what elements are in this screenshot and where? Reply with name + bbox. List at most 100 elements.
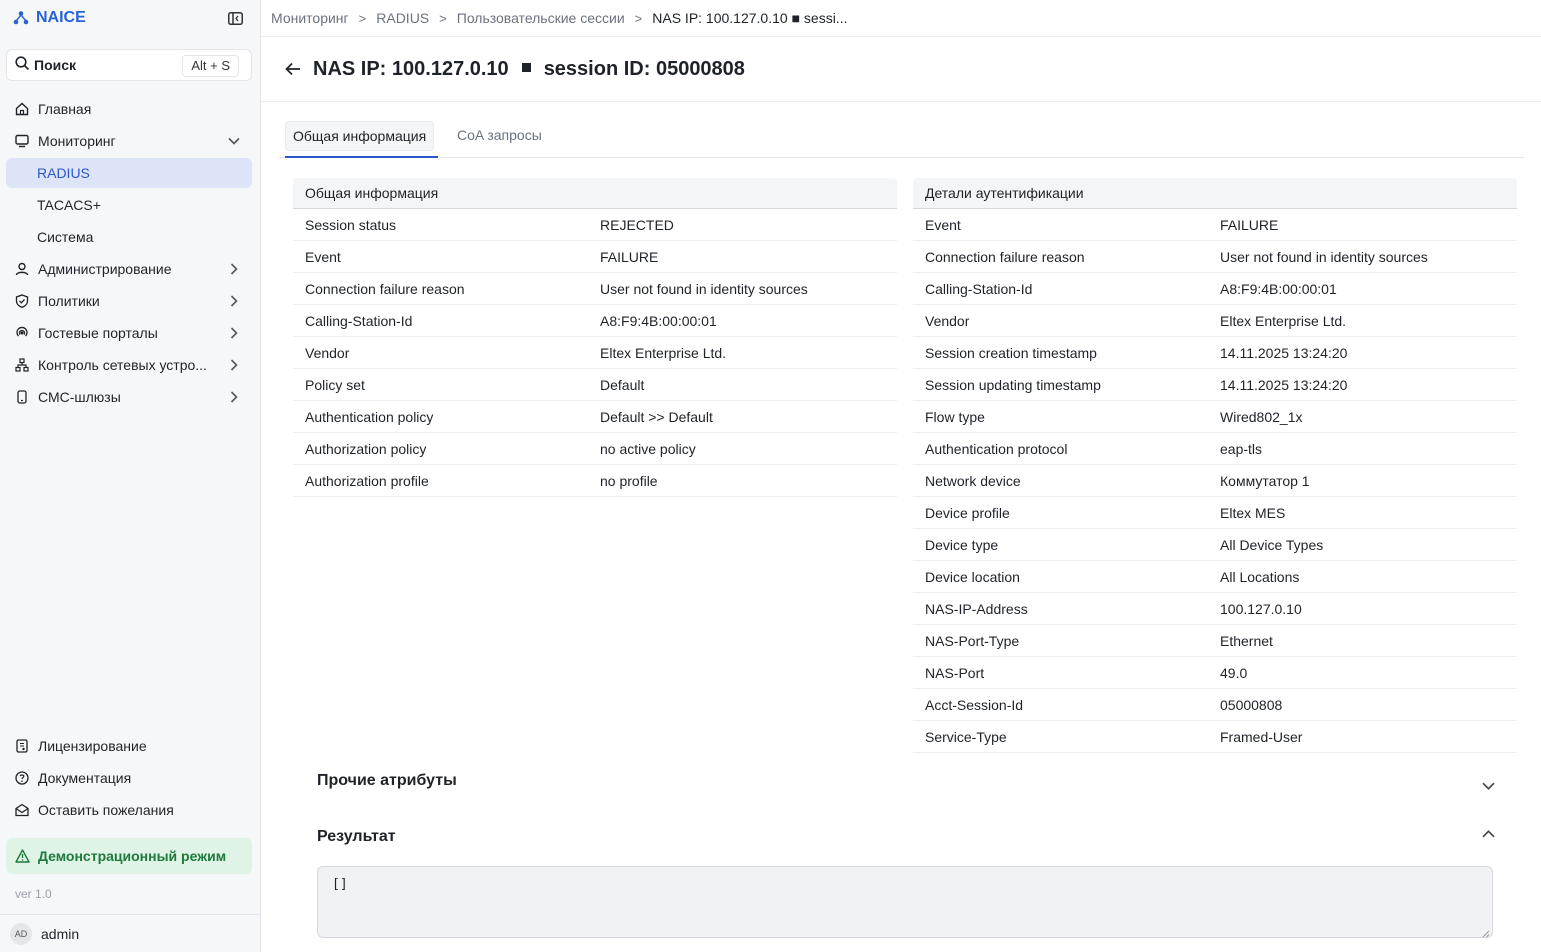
demo-mode-badge[interactable]: Демонстрационный режим [6,838,252,874]
row-key: Device location [925,568,1020,585]
row-value: 14.11.2025 13:24:20 [1220,344,1348,361]
page-title: NAS IP: 100.127.0.10 session ID: 05000808 [313,58,745,81]
row-value: FAILURE [600,248,659,265]
result-header[interactable]: Результат [317,828,396,846]
back-arrow-icon[interactable] [283,59,303,79]
row-value: Default >> Default [600,408,713,425]
sidebar-item-documentation[interactable]: Документация [6,763,252,793]
row-value: User not found in identity sources [1220,248,1428,265]
breadcrumb-current: NAS IP: 100.127.0.10 ■ sessi... [652,10,848,26]
row-value: Eltex Enterprise Ltd. [1220,312,1347,329]
sidebar-item-radius[interactable]: RADIUS [6,158,252,188]
row-value: no active policy [600,440,696,457]
table-title: Детали аутентификации [913,178,1517,209]
table-row: Event FAILURE [293,241,897,273]
table-row: Acct-Session-Id 05000808 [913,689,1517,721]
chevron-down-icon[interactable] [1478,776,1498,796]
search-input[interactable]: Поиск Alt + S [6,49,252,81]
version-label: ver 1.0 [15,887,52,901]
chevron-right-icon [226,325,242,341]
row-key: Connection failure reason [305,280,465,297]
row-key: Vendor [305,344,350,361]
sidebar-item-label: СМС-шлюзы [38,389,121,405]
row-key: Event [925,216,961,233]
general-info-table: Общая информация Session status REJECTED … [293,178,897,497]
sidebar-item-licensing[interactable]: Лицензирование [6,731,252,761]
breadcrumb-separator-icon: > [634,10,643,26]
demo-mode-label: Демонстрационный режим [38,848,227,864]
wifi-icon [14,325,30,341]
sidebar-item-label: TACACS+ [37,197,101,213]
resize-handle-icon[interactable] [1482,927,1490,938]
sidebar-item-label: Мониторинг [38,133,116,149]
row-value: Default [600,376,645,393]
row-value: A8:F9:4B:00:00:01 [600,312,717,329]
sidebar-item-label: Система [37,229,94,245]
row-value: 05000808 [1220,696,1283,713]
row-value: no profile [600,472,658,489]
tab-bar: Общая информация CoA запросы [279,118,1524,158]
sidebar-item-guest-portals[interactable]: Гостевые порталы [6,318,252,348]
other-attributes-header[interactable]: Прочие атрибуты [317,772,457,790]
chevron-up-icon[interactable] [1478,824,1498,844]
result-value: [] [332,877,348,892]
row-value: All Locations [1220,568,1300,585]
logo-icon [12,9,30,27]
result-textarea[interactable]: [] [317,866,1493,938]
row-key: Session creation timestamp [925,344,1097,361]
sidebar-item-label: Главная [38,101,92,117]
sidebar-item-administration[interactable]: Администрирование [6,254,252,284]
table-row: Authentication protocol eap-tls [913,433,1517,465]
user-icon [14,261,30,277]
app-name: NAICE [36,9,86,26]
table-row: Policy set Default [293,369,897,401]
row-value: REJECTED [600,216,674,233]
table-row: Service-Type Framed-User [913,721,1517,753]
monitor-icon [14,133,30,149]
row-value: 100.127.0.10 [1220,600,1302,617]
row-value: User not found in identity sources [600,280,808,297]
search-label: Поиск [34,57,77,73]
table-row: Connection failure reason User not found … [293,273,897,305]
row-value: 49.0 [1220,664,1248,681]
sidebar-item-feedback[interactable]: Оставить пожелания [6,795,252,825]
row-value: Framed-User [1220,728,1303,745]
sidebar-item-tacacs[interactable]: TACACS+ [6,190,252,220]
row-key: Acct-Session-Id [925,696,1024,713]
sidebar-item-sms-gateways[interactable]: СМС-шлюзы [6,382,252,412]
home-icon [14,101,30,117]
row-key: Authentication protocol [925,440,1068,457]
sidebar-item-network-devices[interactable]: Контроль сетевых устро... [6,350,252,380]
active-tab-indicator [285,156,438,158]
sidebar-item-label: Оставить пожелания [38,802,174,818]
sidebar-item-monitoring[interactable]: Мониторинг [6,126,252,156]
table-row: Session creation timestamp 14.11.2025 13:… [913,337,1517,369]
row-key: Device profile [925,504,1010,521]
app-logo[interactable]: NAICE [0,0,260,36]
tab-general-info[interactable]: Общая информация [285,121,435,151]
table-row: NAS-Port-Type Ethernet [913,625,1517,657]
search-shortcut: Alt + S [182,55,239,77]
warning-icon [14,848,30,864]
row-key: Vendor [925,312,970,329]
sidebar-item-policies[interactable]: Политики [6,286,252,316]
sidebar-collapse-icon[interactable] [226,9,244,27]
page-title-nas: NAS IP: 100.127.0.10 [313,57,509,80]
row-value: A8:F9:4B:00:00:01 [1220,280,1337,297]
table-row: Device profile Eltex MES [913,497,1517,529]
breadcrumb-item[interactable]: Пользовательские сессии [457,10,625,26]
breadcrumb: Мониторинг > RADIUS > Пользовательские с… [271,0,847,36]
sidebar-item-label: Администрирование [38,261,172,277]
sidebar-item-home[interactable]: Главная [6,94,252,124]
row-key: NAS-Port [925,664,985,681]
row-key: Connection failure reason [925,248,1085,265]
user-menu[interactable]: AD admin [0,914,260,952]
breadcrumb-item[interactable]: Мониторинг [271,10,349,26]
row-value: Wired802_1x [1220,408,1303,425]
sidebar-item-system[interactable]: Система [6,222,252,252]
row-key: Service-Type [925,728,1007,745]
breadcrumb-separator-icon: > [358,10,367,26]
breadcrumb-item[interactable]: RADIUS [376,10,429,26]
tab-coa-requests[interactable]: CoA запросы [450,121,549,151]
table-row: Event FAILURE [913,209,1517,241]
